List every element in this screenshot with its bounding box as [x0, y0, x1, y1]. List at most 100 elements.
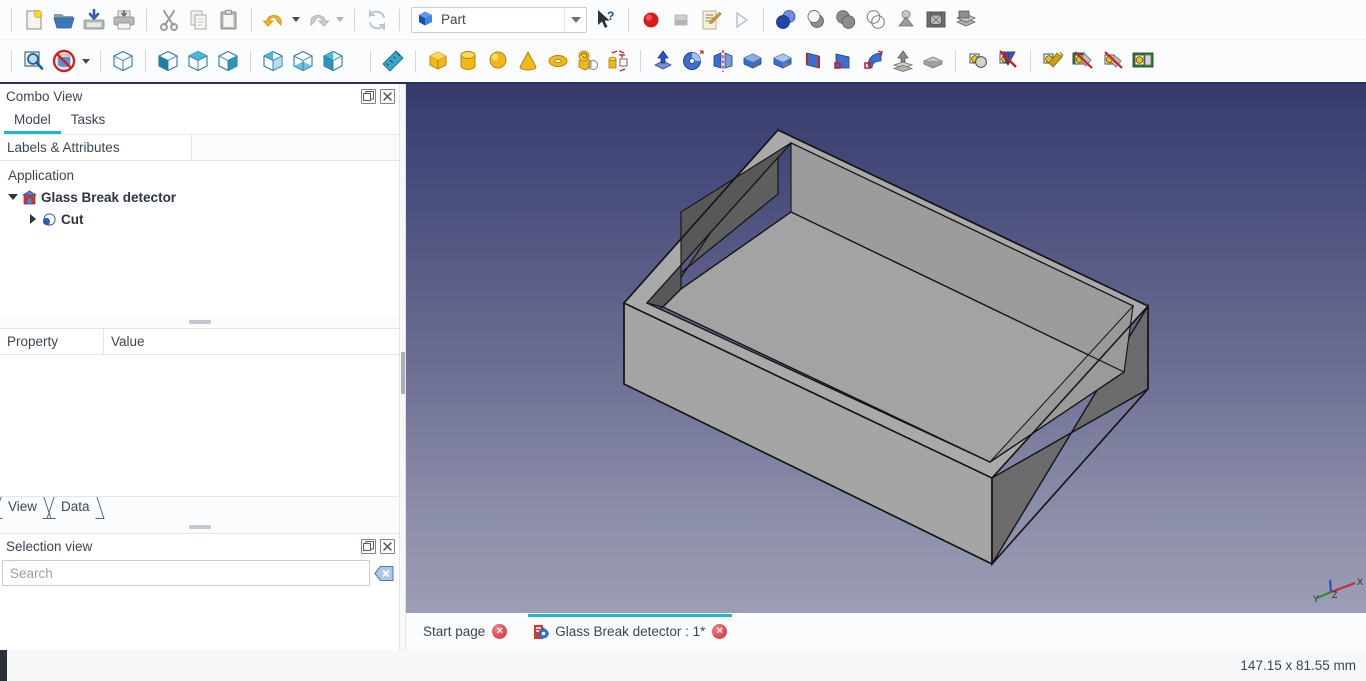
front-view-button[interactable]: [153, 46, 183, 76]
boolean-button[interactable]: [771, 5, 801, 35]
tab-tasks[interactable]: Tasks: [61, 108, 116, 134]
tree-row-cut-feature[interactable]: Cut: [0, 208, 399, 230]
undo-dropdown-arrow[interactable]: [289, 6, 303, 34]
combo-view-title: Combo View: [6, 88, 83, 104]
paste-button[interactable]: [214, 5, 244, 35]
combo-view-title-bar: Combo View: [0, 84, 399, 108]
cross-sections-button[interactable]: [951, 5, 981, 35]
box-primitive-button[interactable]: [423, 46, 453, 76]
cut-op-button[interactable]: [993, 46, 1023, 76]
boolean-op-button[interactable]: [963, 46, 993, 76]
top-view-button[interactable]: [183, 46, 213, 76]
axonometric-view-button[interactable]: [108, 46, 138, 76]
cone-primitive-button[interactable]: [513, 46, 543, 76]
close-panel-button[interactable]: [380, 538, 395, 554]
macro-record-button[interactable]: [636, 5, 666, 35]
float-panel-button[interactable]: [361, 88, 376, 104]
tree-property-splitter[interactable]: [0, 316, 399, 328]
macro-edit-button[interactable]: [696, 5, 726, 35]
workbench-selector[interactable]: Part: [411, 6, 587, 33]
float-panel-button[interactable]: [361, 538, 376, 554]
macro-stop-button[interactable]: [666, 5, 696, 35]
toolbar-separator: [628, 8, 629, 31]
clear-search-icon[interactable]: [373, 562, 395, 584]
undo-button[interactable]: [259, 5, 289, 35]
redo-button[interactable]: [303, 5, 333, 35]
new-document-button[interactable]: [19, 5, 49, 35]
toolbar-separator: [145, 50, 146, 72]
splitter-grip: [188, 525, 211, 529]
tree-column-labels-attributes[interactable]: Labels & Attributes: [0, 135, 192, 160]
shape-builder-button[interactable]: [603, 46, 633, 76]
draw-style-button[interactable]: [49, 46, 79, 76]
refresh-button[interactable]: [362, 5, 392, 35]
3d-viewport[interactable]: X Y Z: [406, 84, 1366, 613]
navigation-axis-cross[interactable]: X Y Z: [1310, 572, 1364, 610]
redo-dropdown-arrow[interactable]: [333, 6, 347, 34]
document-tab-label: Glass Break detector : 1*: [555, 624, 706, 639]
close-panel-button[interactable]: [380, 88, 395, 104]
combo-selection-splitter[interactable]: [0, 521, 399, 533]
cut-boolean-button[interactable]: [801, 5, 831, 35]
ruled-surface-button[interactable]: [798, 46, 828, 76]
macro-execute-button[interactable]: [726, 5, 756, 35]
document-tab-glass-break-detector[interactable]: Glass Break detector : 1* ×: [524, 614, 736, 649]
thickness-button[interactable]: [918, 46, 948, 76]
combo-view-tabs: Model Tasks: [0, 108, 399, 134]
right-view-button[interactable]: [213, 46, 243, 76]
document-tab-start-page[interactable]: Start page ×: [414, 614, 516, 649]
search-input[interactable]: [2, 560, 370, 586]
union-op-button[interactable]: [1038, 46, 1068, 76]
tab-view[interactable]: View: [0, 497, 52, 519]
sphere-primitive-button[interactable]: [483, 46, 513, 76]
union-button[interactable]: [831, 5, 861, 35]
tab-model[interactable]: Model: [4, 108, 61, 134]
cylinder-primitive-button[interactable]: [453, 46, 483, 76]
print-document-button[interactable]: [109, 5, 139, 35]
chevron-down-icon[interactable]: [564, 7, 586, 32]
draw-style-dropdown-arrow[interactable]: [79, 47, 93, 75]
fillet-button[interactable]: [738, 46, 768, 76]
chevron-down-icon[interactable]: [6, 190, 20, 204]
mirror-button[interactable]: [708, 46, 738, 76]
left-view-button[interactable]: [318, 46, 348, 76]
bottom-view-button[interactable]: [288, 46, 318, 76]
save-document-button[interactable]: [79, 5, 109, 35]
measure-button[interactable]: [378, 46, 408, 76]
offset-button[interactable]: [888, 46, 918, 76]
status-dimensions: 147.15 x 81.55 mm: [1240, 658, 1356, 673]
loft-button[interactable]: [828, 46, 858, 76]
tree-row-document[interactable]: Glass Break detector: [0, 186, 399, 208]
intersection-button[interactable]: [861, 5, 891, 35]
section-button[interactable]: [921, 5, 951, 35]
create-primitives-button[interactable]: [573, 46, 603, 76]
sweep-button[interactable]: [858, 46, 888, 76]
join-connect-button[interactable]: [1098, 46, 1128, 76]
tree-column-empty[interactable]: [192, 135, 399, 160]
intersect-op-button[interactable]: [1068, 46, 1098, 76]
tree-row-application[interactable]: Application: [0, 164, 399, 186]
check-geometry-button[interactable]: [891, 5, 921, 35]
close-tab-button[interactable]: ×: [712, 624, 728, 639]
property-column-property[interactable]: Property: [0, 329, 104, 354]
revolve-button[interactable]: [678, 46, 708, 76]
toolbar-separator: [354, 8, 355, 31]
chamfer-button[interactable]: [768, 46, 798, 76]
close-tab-button[interactable]: ×: [492, 624, 508, 639]
property-column-value[interactable]: Value: [104, 329, 399, 354]
tab-data[interactable]: Data: [46, 497, 105, 519]
main-toolbar: Part ?: [0, 0, 1366, 40]
rear-view-button[interactable]: [258, 46, 288, 76]
copy-button[interactable]: [184, 5, 214, 35]
fit-all-button[interactable]: [19, 46, 49, 76]
document-tab-label: Start page: [423, 624, 486, 639]
cut-button[interactable]: [154, 5, 184, 35]
selection-view-title-bar: Selection view: [0, 534, 399, 558]
chevron-right-icon[interactable]: [26, 212, 40, 226]
toolbar-separator: [415, 50, 416, 72]
extrude-button[interactable]: [648, 46, 678, 76]
open-document-button[interactable]: [49, 5, 79, 35]
torus-primitive-button[interactable]: [543, 46, 573, 76]
whats-this-button[interactable]: ?: [591, 5, 621, 35]
split-apart-button[interactable]: [1128, 46, 1158, 76]
